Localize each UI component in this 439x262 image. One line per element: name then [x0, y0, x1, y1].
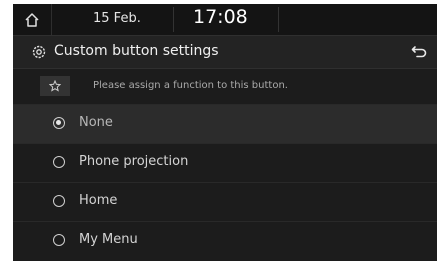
status-divider — [173, 7, 174, 32]
option-phone-projection[interactable]: Phone projection — [13, 143, 437, 182]
radio-button[interactable] — [53, 156, 65, 168]
instruction-text: Please assign a function to this button. — [93, 80, 288, 91]
infotainment-screen: 15 Feb. 17:08 Custom button settings Ple… — [13, 4, 437, 261]
status-time: 17:08 — [193, 6, 248, 28]
radio-button[interactable] — [53, 234, 65, 246]
star-icon — [49, 80, 61, 92]
option-none[interactable]: None — [13, 104, 437, 143]
home-button[interactable] — [13, 4, 52, 35]
radio-button[interactable] — [53, 117, 65, 129]
option-my-menu[interactable]: My Menu — [13, 221, 437, 260]
title-bar: Custom button settings — [13, 35, 437, 69]
back-icon — [411, 46, 427, 58]
instruction-bar: Please assign a function to this button. — [13, 69, 437, 103]
back-button[interactable] — [401, 36, 437, 68]
option-label: None — [79, 115, 113, 130]
status-date: 15 Feb. — [93, 11, 141, 26]
option-label: Home — [79, 193, 118, 208]
radio-selected-dot — [56, 120, 62, 126]
page-title: Custom button settings — [54, 43, 219, 59]
radio-button[interactable] — [53, 195, 65, 207]
option-home[interactable]: Home — [13, 182, 437, 221]
status-bar: 15 Feb. 17:08 — [13, 4, 437, 35]
home-icon — [25, 12, 39, 27]
option-label: Phone projection — [79, 154, 189, 169]
star-icon-box — [40, 76, 70, 96]
settings-icon — [32, 45, 46, 59]
option-label: My Menu — [79, 232, 138, 247]
status-divider — [278, 7, 279, 32]
